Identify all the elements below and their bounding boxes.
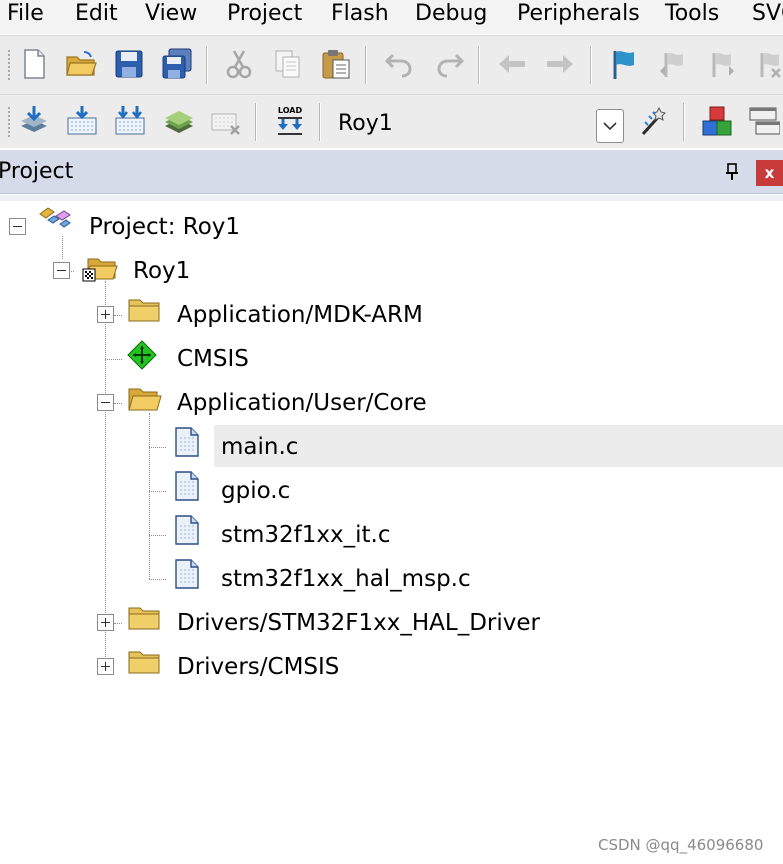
group-label[interactable]: CMSIS	[177, 343, 249, 375]
group-label[interactable]: Application/User/Core	[177, 387, 427, 419]
project-root-label[interactable]: Project: Roy1	[89, 211, 240, 243]
manage-components-icon[interactable]	[697, 101, 737, 141]
target-name: Roy1	[338, 111, 393, 136]
load-text: LOAD	[278, 106, 303, 115]
file-label[interactable]: stm32f1xx_it.c	[221, 519, 391, 551]
expand-toggle-group[interactable]	[97, 306, 114, 323]
batch-build-icon[interactable]	[159, 101, 199, 141]
toolbar-separator	[478, 46, 479, 84]
navigate-back-icon[interactable]	[492, 44, 532, 84]
tree-connector	[105, 281, 106, 667]
group-label[interactable]: Application/MDK-ARM	[177, 299, 423, 331]
new-file-icon[interactable]	[14, 44, 54, 84]
menu-peripherals[interactable]: Peripherals	[517, 0, 640, 32]
folder-icon	[128, 607, 160, 630]
save-icon[interactable]	[109, 44, 149, 84]
tree-connector	[62, 236, 63, 259]
navigate-forward-icon[interactable]	[540, 44, 580, 84]
open-folder-icon	[128, 388, 162, 411]
toolbar-separator	[683, 103, 684, 141]
collapse-toggle-target[interactable]	[53, 262, 70, 279]
menu-file[interactable]: File	[7, 0, 44, 32]
c-file-icon	[175, 427, 199, 457]
prev-bookmark-icon[interactable]	[653, 44, 693, 84]
save-all-icon[interactable]	[157, 44, 197, 84]
chevron-down-icon	[603, 122, 617, 131]
tree-connector	[149, 491, 166, 492]
paste-icon[interactable]	[316, 44, 356, 84]
group-label[interactable]: Drivers/CMSIS	[177, 651, 339, 683]
bookmark-icon[interactable]	[604, 44, 644, 84]
panel-title: Project	[0, 159, 74, 184]
translate-icon[interactable]	[14, 101, 54, 141]
file-toolbar	[0, 35, 783, 94]
download-icon[interactable]: LOAD	[270, 101, 310, 141]
open-folder-icon[interactable]	[61, 44, 101, 84]
cut-icon[interactable]	[219, 44, 259, 84]
cmsis-component-icon	[127, 340, 157, 370]
group-label[interactable]: Drivers/STM32F1xx_HAL_Driver	[177, 607, 540, 639]
collapse-toggle-project[interactable]	[9, 218, 26, 235]
toolbar-separator	[206, 46, 207, 84]
menu-flash[interactable]: Flash	[331, 0, 389, 32]
project-panel-header: Project x	[0, 150, 783, 194]
menu-tools[interactable]: Tools	[665, 0, 719, 32]
build-toolbar: LOAD Roy1	[0, 94, 783, 148]
menu-svcs[interactable]: SVC	[752, 0, 783, 32]
menu-project[interactable]: Project	[227, 0, 302, 32]
target-folder-icon	[82, 258, 118, 282]
copy-icon[interactable]	[268, 44, 308, 84]
collapse-toggle-group[interactable]	[97, 394, 114, 411]
undo-icon[interactable]	[380, 44, 420, 84]
expand-toggle-group[interactable]	[97, 658, 114, 675]
toolbar-grip[interactable]	[8, 107, 11, 137]
window-layout-icon[interactable]	[743, 101, 783, 141]
file-label[interactable]: main.c	[221, 431, 298, 463]
pin-icon[interactable]	[721, 160, 743, 184]
menu-bar: File Edit View Project Flash Debug Perip…	[0, 0, 783, 34]
c-file-icon	[175, 559, 199, 589]
tree-connector	[149, 579, 166, 580]
project-root-icon	[39, 207, 71, 228]
target-options-icon[interactable]	[634, 101, 674, 141]
clear-bookmarks-icon[interactable]	[749, 44, 783, 84]
project-tree: Project: Roy1 Roy1 Application/MDK-ARM C…	[0, 201, 783, 864]
next-bookmark-icon[interactable]	[701, 44, 741, 84]
toolbar-separator	[255, 103, 256, 141]
menu-debug[interactable]: Debug	[415, 0, 487, 32]
tree-connector	[114, 315, 122, 316]
tree-connector	[105, 359, 122, 360]
selected-row-highlight	[214, 425, 783, 467]
tree-connector	[149, 413, 150, 579]
menu-view[interactable]: View	[145, 0, 197, 32]
target-dropdown-button[interactable]	[596, 109, 624, 143]
rebuild-icon[interactable]	[110, 101, 150, 141]
c-file-icon	[175, 471, 199, 501]
watermark: CSDN @qq_46096680	[598, 836, 764, 854]
toolbar-grip[interactable]	[8, 50, 11, 80]
folder-icon	[128, 299, 160, 322]
target-select[interactable]: Roy1	[330, 105, 626, 143]
c-file-icon	[175, 515, 199, 545]
expand-toggle-group[interactable]	[97, 614, 114, 631]
menu-edit[interactable]: Edit	[75, 0, 118, 32]
tree-connector	[149, 447, 166, 448]
toolbar-separator	[365, 46, 366, 84]
target-label[interactable]: Roy1	[133, 255, 190, 287]
redo-icon[interactable]	[429, 44, 469, 84]
close-panel-button[interactable]: x	[756, 160, 783, 186]
folder-icon	[128, 651, 160, 674]
stop-build-icon[interactable]	[206, 101, 246, 141]
build-icon[interactable]	[62, 101, 102, 141]
tree-connector	[149, 535, 166, 536]
toolbar-separator	[319, 103, 320, 141]
file-label[interactable]: gpio.c	[221, 475, 290, 507]
toolbar-separator	[590, 46, 591, 84]
file-label[interactable]: stm32f1xx_hal_msp.c	[221, 563, 471, 595]
tree-connector	[114, 623, 122, 624]
tree-connector	[114, 403, 122, 404]
